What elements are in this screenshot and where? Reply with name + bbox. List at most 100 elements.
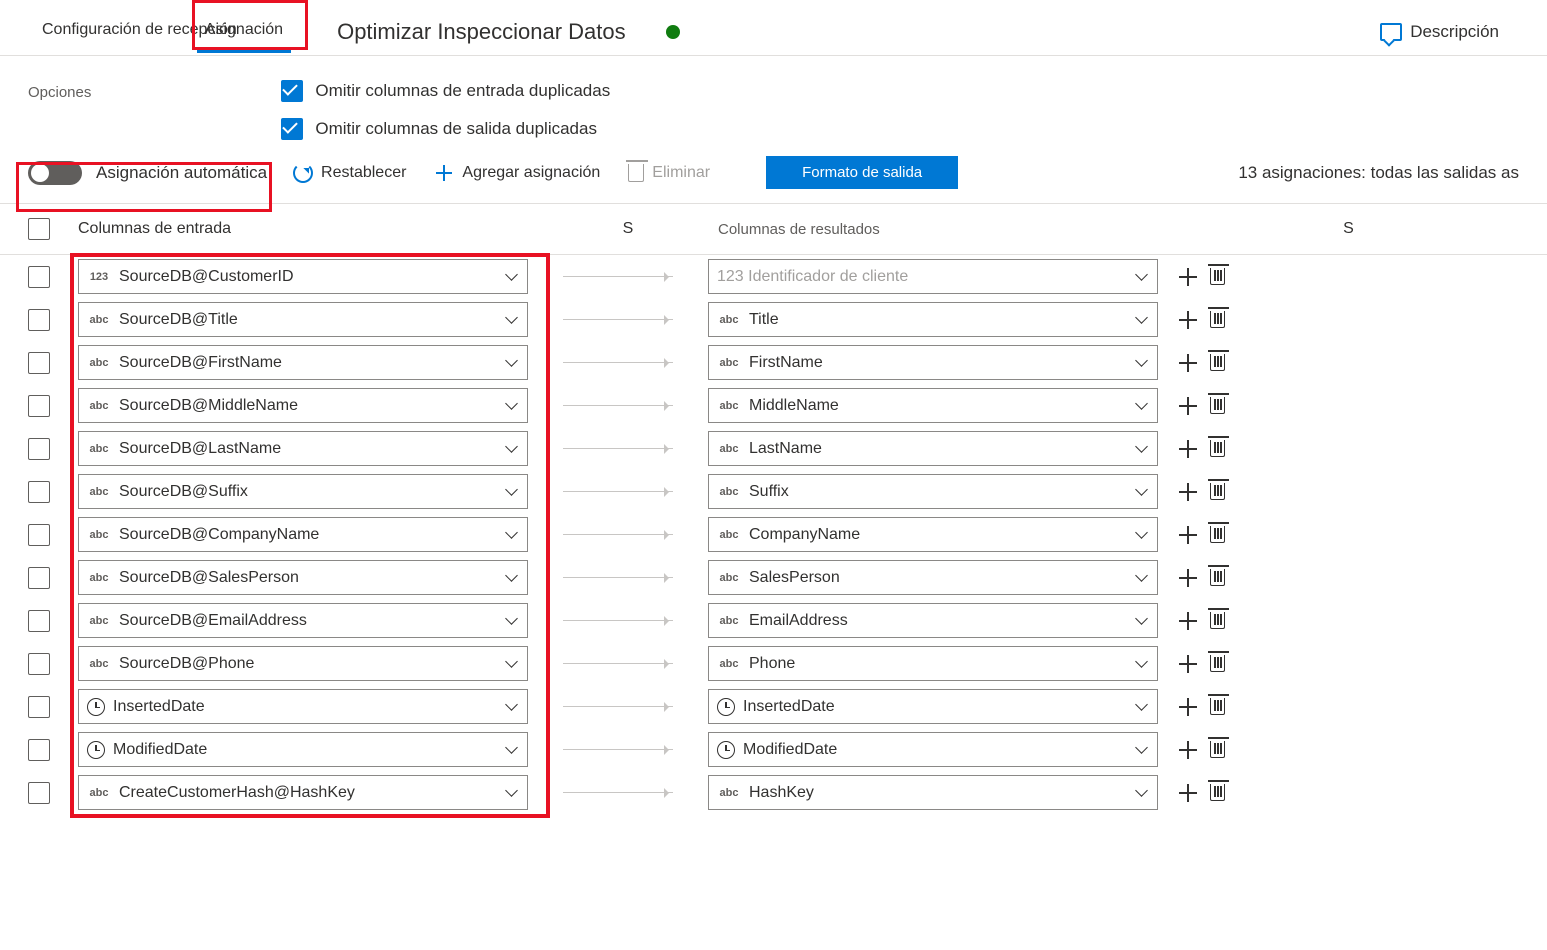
delete-row-button[interactable]	[1210, 354, 1225, 371]
comment-icon	[1380, 23, 1402, 41]
row-checkbox[interactable]	[28, 782, 50, 804]
row-checkbox[interactable]	[28, 481, 50, 503]
auto-map-toggle[interactable]: Asignación automática	[24, 157, 277, 189]
row-checkbox[interactable]	[28, 653, 50, 675]
output-column-select[interactable]: abcEmailAddress	[708, 603, 1158, 638]
add-row-button[interactable]	[1178, 310, 1198, 330]
row-checkbox[interactable]	[28, 610, 50, 632]
mapping-arrow	[528, 491, 708, 493]
header-input-columns[interactable]: Columnas de entrada	[78, 220, 538, 238]
output-column-select[interactable]: abcMiddleName	[708, 388, 1158, 423]
output-column-value: Suffix	[749, 483, 1127, 501]
add-row-button[interactable]	[1178, 740, 1198, 760]
chevron-down-icon	[1135, 442, 1149, 456]
row-checkbox[interactable]	[28, 739, 50, 761]
add-mapping-button[interactable]: Agregar asignación	[422, 157, 612, 189]
add-row-button[interactable]	[1178, 654, 1198, 674]
output-column-select[interactable]: abcTitle	[708, 302, 1158, 337]
check-label: Omitir columnas de salida duplicadas	[315, 119, 597, 139]
reset-button[interactable]: Restablecer	[281, 157, 418, 189]
output-format-button[interactable]: Formato de salida	[766, 156, 958, 189]
chevron-down-icon	[1135, 485, 1149, 499]
input-column-select[interactable]: abcSourceDB@MiddleName	[78, 388, 528, 423]
delete-row-button[interactable]	[1210, 655, 1225, 672]
output-column-select[interactable]: abcCompanyName	[708, 517, 1158, 552]
add-row-button[interactable]	[1178, 396, 1198, 416]
check-skip-dup-output[interactable]: Omitir columnas de salida duplicadas	[281, 118, 610, 140]
delete-row-button[interactable]	[1210, 784, 1225, 801]
output-column-select[interactable]: abcFirstName	[708, 345, 1158, 380]
delete-row-button[interactable]	[1210, 311, 1225, 328]
input-column-select[interactable]: abcSourceDB@Title	[78, 302, 528, 337]
datetime-icon	[87, 698, 105, 716]
add-row-button[interactable]	[1178, 353, 1198, 373]
output-column-value: MiddleName	[749, 397, 1127, 415]
input-column-select[interactable]: abcSourceDB@Suffix	[78, 474, 528, 509]
description-link[interactable]: Descripción	[1380, 22, 1519, 42]
output-column-select[interactable]: abcSuffix	[708, 474, 1158, 509]
chevron-down-icon	[1135, 571, 1149, 585]
chevron-down-icon	[1135, 528, 1149, 542]
input-column-select[interactable]: 123SourceDB@CustomerID	[78, 259, 528, 294]
add-row-button[interactable]	[1178, 525, 1198, 545]
type-badge: abc	[87, 572, 111, 584]
row-checkbox[interactable]	[28, 352, 50, 374]
add-row-button[interactable]	[1178, 568, 1198, 588]
add-row-button[interactable]	[1178, 697, 1198, 717]
output-column-select[interactable]: ModifiedDate	[708, 732, 1158, 767]
delete-row-button[interactable]	[1210, 268, 1225, 285]
add-label: Agregar asignación	[462, 164, 600, 182]
type-badge: abc	[717, 658, 741, 670]
delete-row-button[interactable]	[1210, 698, 1225, 715]
select-all-checkbox[interactable]	[28, 218, 50, 240]
input-column-select[interactable]: abcSourceDB@Phone	[78, 646, 528, 681]
header-s1[interactable]: S	[538, 220, 718, 238]
check-skip-dup-input[interactable]: Omitir columnas de entrada duplicadas	[281, 80, 610, 102]
arrow-icon	[563, 362, 673, 364]
delete-row-button[interactable]	[1210, 397, 1225, 414]
arrow-icon	[563, 491, 673, 493]
mapping-arrow	[528, 663, 708, 665]
delete-row-button[interactable]	[1210, 483, 1225, 500]
row-checkbox[interactable]	[28, 395, 50, 417]
row-checkbox[interactable]	[28, 309, 50, 331]
output-column-select[interactable]: abcPhone	[708, 646, 1158, 681]
input-column-select[interactable]: abcSourceDB@FirstName	[78, 345, 528, 380]
add-row-button[interactable]	[1178, 482, 1198, 502]
row-actions	[1178, 654, 1225, 674]
row-checkbox[interactable]	[28, 696, 50, 718]
input-column-select[interactable]: abcCreateCustomerHash@HashKey	[78, 775, 528, 810]
header-output-columns[interactable]: Columnas de resultados	[718, 221, 1178, 238]
add-row-button[interactable]	[1178, 267, 1198, 287]
output-column-select[interactable]: 123 Identificador de cliente	[708, 259, 1158, 294]
chevron-down-icon	[505, 528, 519, 542]
input-column-select[interactable]: InsertedDate	[78, 689, 528, 724]
delete-row-button[interactable]	[1210, 440, 1225, 457]
header-s2[interactable]: S	[1178, 220, 1519, 238]
delete-row-button[interactable]	[1210, 741, 1225, 758]
add-row-button[interactable]	[1178, 611, 1198, 631]
input-column-select[interactable]: abcSourceDB@SalesPerson	[78, 560, 528, 595]
output-column-select[interactable]: InsertedDate	[708, 689, 1158, 724]
row-checkbox[interactable]	[28, 524, 50, 546]
output-column-select[interactable]: abcHashKey	[708, 775, 1158, 810]
delete-row-button[interactable]	[1210, 569, 1225, 586]
input-column-select[interactable]: ModifiedDate	[78, 732, 528, 767]
delete-row-button[interactable]	[1210, 526, 1225, 543]
arrow-icon	[563, 577, 673, 579]
tab-optimize[interactable]: Optimizar Inspeccionar Datos	[327, 13, 636, 51]
row-checkbox[interactable]	[28, 266, 50, 288]
tab-assignment[interactable]: Asignación	[191, 11, 297, 53]
output-column-select[interactable]: abcLastName	[708, 431, 1158, 466]
row-checkbox[interactable]	[28, 567, 50, 589]
input-column-select[interactable]: abcSourceDB@LastName	[78, 431, 528, 466]
row-actions	[1178, 310, 1225, 330]
input-column-select[interactable]: abcSourceDB@CompanyName	[78, 517, 528, 552]
row-checkbox[interactable]	[28, 438, 50, 460]
delete-row-button[interactable]	[1210, 612, 1225, 629]
add-row-button[interactable]	[1178, 439, 1198, 459]
delete-button[interactable]: Eliminar	[616, 158, 722, 188]
add-row-button[interactable]	[1178, 783, 1198, 803]
input-column-select[interactable]: abcSourceDB@EmailAddress	[78, 603, 528, 638]
output-column-select[interactable]: abcSalesPerson	[708, 560, 1158, 595]
